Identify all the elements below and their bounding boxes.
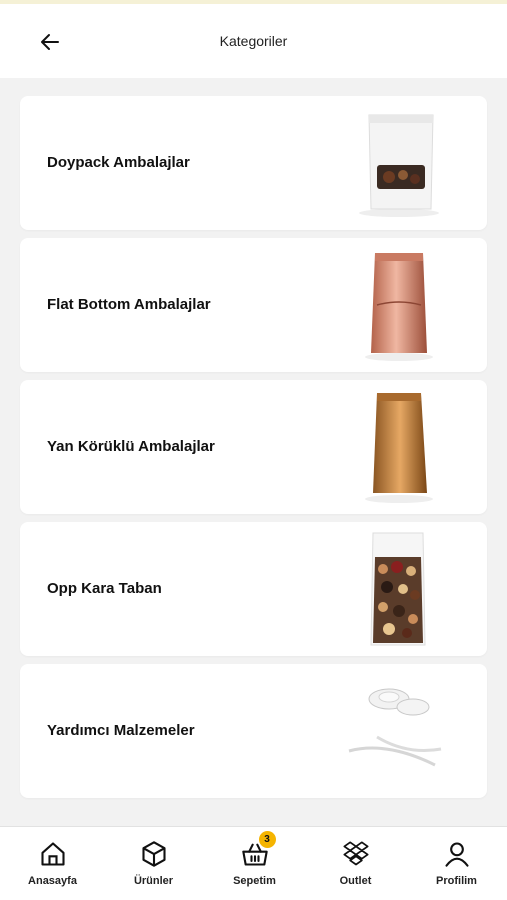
category-card-doypack[interactable]: Doypack Ambalajlar xyxy=(20,96,487,230)
cart-count-badge: 3 xyxy=(258,831,276,848)
opp-bag-image xyxy=(337,529,457,649)
page-title: Kategoriler xyxy=(219,33,288,49)
user-icon xyxy=(442,839,472,869)
category-card-accessories[interactable]: Yardımcı Malzemeler xyxy=(20,664,487,798)
category-label: Opp Kara Taban xyxy=(47,580,162,597)
tab-label: Anasayfa xyxy=(28,875,77,887)
category-card-side-gusset[interactable]: Yan Körüklü Ambalajlar xyxy=(20,380,487,514)
tab-label: Profilim xyxy=(436,875,477,887)
tab-label: Sepetim xyxy=(233,875,276,887)
header: Kategoriler xyxy=(0,4,507,78)
category-card-flat-bottom[interactable]: Flat Bottom Ambalajlar xyxy=(20,238,487,372)
tab-home[interactable]: Anasayfa xyxy=(2,827,103,900)
category-label: Flat Bottom Ambalajlar xyxy=(47,296,211,313)
tab-profile[interactable]: Profilim xyxy=(406,827,507,900)
category-label: Yardımcı Malzemeler xyxy=(47,722,195,739)
category-label: Yan Körüklü Ambalajlar xyxy=(47,438,215,455)
side-gusset-bag-image xyxy=(337,387,457,507)
basket-icon: 3 xyxy=(240,831,276,869)
bottom-tab-bar: Anasayfa Ürünler 3 Sepetim Outlet Profil… xyxy=(0,826,507,900)
tab-outlet[interactable]: Outlet xyxy=(305,827,406,900)
tab-label: Ürünler xyxy=(133,875,174,887)
category-card-opp[interactable]: Opp Kara Taban xyxy=(20,522,487,656)
box-icon xyxy=(139,839,169,869)
tab-label: Outlet xyxy=(339,875,372,887)
doypack-bag-image xyxy=(337,103,457,223)
category-list: Doypack Ambalajlar Flat Bottom Ambalajla… xyxy=(20,96,487,806)
flat-bottom-bag-image xyxy=(337,245,457,365)
home-icon xyxy=(38,839,68,869)
category-label: Doypack Ambalajlar xyxy=(47,154,190,171)
tab-cart[interactable]: 3 Sepetim xyxy=(204,827,305,900)
accessories-image xyxy=(337,671,457,791)
dropbox-icon xyxy=(341,839,371,869)
tab-products[interactable]: Ürünler xyxy=(103,827,204,900)
